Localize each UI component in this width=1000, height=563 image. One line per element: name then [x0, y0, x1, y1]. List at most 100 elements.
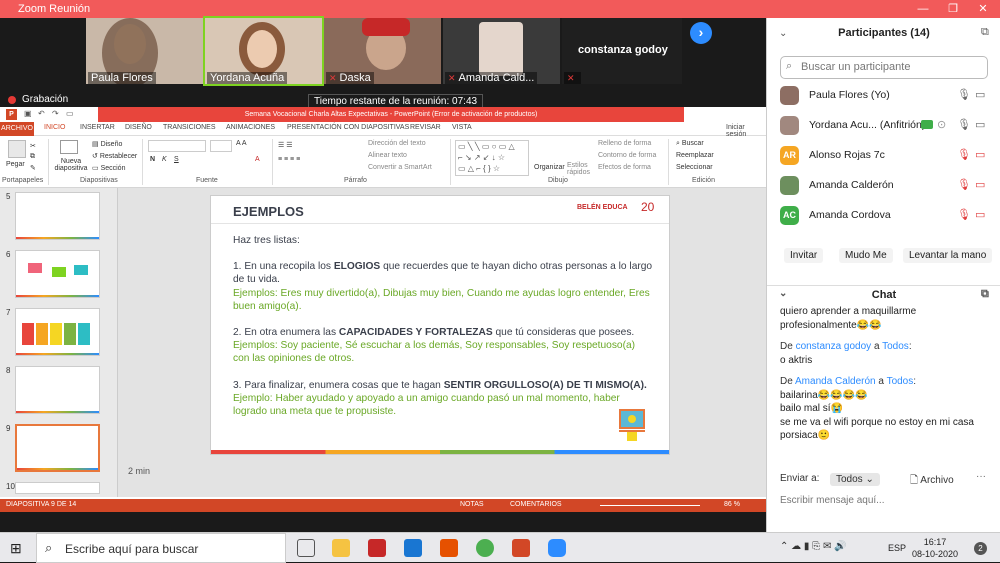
- replace-button[interactable]: Reemplazar: [676, 152, 714, 159]
- align-text-button[interactable]: Alinear texto: [368, 152, 407, 159]
- office-icon[interactable]: [440, 539, 458, 557]
- more-icon[interactable]: ···: [976, 471, 986, 482]
- video-off-icon[interactable]: ▭: [975, 208, 985, 221]
- video-tile[interactable]: ✕ Daska: [324, 18, 441, 84]
- video-off-icon[interactable]: ▭: [975, 178, 985, 191]
- undo-icon[interactable]: ↶: [38, 109, 45, 118]
- slide-thumbnail-selected[interactable]: [15, 424, 100, 472]
- tab-revisar[interactable]: REVISAR: [410, 124, 441, 131]
- windows-start-icon[interactable]: ⊞: [10, 540, 22, 557]
- speaker-notes[interactable]: 2 min: [128, 466, 150, 476]
- collapse-chevron-icon[interactable]: ⌄: [779, 288, 787, 299]
- tab-animaciones[interactable]: ANIMACIONES: [226, 124, 275, 131]
- section-button[interactable]: ▭ Sección: [92, 164, 125, 172]
- language-indicator[interactable]: ESP: [888, 543, 906, 553]
- tab-archivo[interactable]: ARCHIVO: [0, 122, 34, 136]
- powerpoint-taskbar-icon[interactable]: [512, 539, 530, 557]
- chrome-icon[interactable]: [476, 539, 494, 557]
- next-page-icon[interactable]: ›: [690, 22, 712, 44]
- video-tile[interactable]: Paula Flores: [86, 18, 203, 84]
- send-to-select[interactable]: Todos ⌄: [830, 473, 880, 486]
- mic-icon[interactable]: 🎙: [957, 88, 971, 101]
- participant-row[interactable]: Paula Flores (Yo) 🎙 ▭: [767, 81, 1000, 111]
- taskbar-clock[interactable]: 16:17 08-10-2020: [912, 536, 958, 560]
- underline-icon[interactable]: S: [174, 156, 179, 163]
- video-tile[interactable]: ✕ Amanda Cald...: [443, 18, 560, 84]
- invite-button[interactable]: Invitar: [784, 248, 824, 263]
- start-slideshow-icon[interactable]: ▭: [66, 109, 74, 118]
- cut-icon[interactable]: ✂: [30, 142, 36, 150]
- tab-inicio[interactable]: INICIO: [44, 124, 65, 131]
- video-tile-active[interactable]: Yordana Acuña: [203, 16, 324, 86]
- file-explorer-icon[interactable]: [332, 539, 350, 557]
- italic-icon[interactable]: K: [162, 156, 167, 163]
- raise-hand-button[interactable]: Levantar la mano: [903, 248, 993, 263]
- paste-button[interactable]: Pegar: [6, 161, 25, 168]
- shape-effects-button[interactable]: Efectos de forma: [598, 164, 651, 171]
- mic-muted-icon[interactable]: 🎙: [957, 178, 971, 191]
- zoom-slider[interactable]: [600, 505, 700, 506]
- slide-thumbnail[interactable]: [15, 308, 100, 356]
- copy-icon[interactable]: ⧉: [30, 153, 35, 161]
- file-button[interactable]: 🗋 Archivo: [910, 473, 954, 490]
- tab-vista[interactable]: VISTA: [452, 124, 472, 131]
- comments-button[interactable]: COMENTARIOS: [510, 501, 562, 508]
- popout-icon[interactable]: ⧉: [981, 288, 989, 301]
- participant-search-input[interactable]: ⌕ Buscar un participante: [780, 56, 988, 79]
- align-icon[interactable]: ≡ ≡ ≡ ≡: [278, 156, 300, 163]
- participant-row[interactable]: AC Amanda Cordova 🎙 ▭: [767, 201, 1000, 231]
- text-direction-button[interactable]: Dirección del texto: [368, 140, 426, 147]
- find-button[interactable]: ⌕ Buscar: [676, 140, 704, 148]
- layout-button[interactable]: ▤ Diseño: [92, 140, 122, 148]
- participant-row[interactable]: Amanda Calderón 🎙 ▭: [767, 171, 1000, 201]
- grow-font-icon[interactable]: A A: [236, 140, 247, 147]
- arrange-button[interactable]: Organizar: [534, 164, 565, 171]
- mcafee-icon[interactable]: [368, 539, 386, 557]
- participant-row[interactable]: AR Alonso Rojas 7c 🎙 ▭: [767, 141, 1000, 171]
- slide-thumbnail[interactable]: [15, 250, 100, 298]
- shape-fill-button[interactable]: Relleno de forma: [598, 140, 651, 147]
- tab-diseno[interactable]: DISEÑO: [125, 124, 152, 131]
- task-view-icon[interactable]: [297, 539, 315, 557]
- select-button[interactable]: Seleccionar: [676, 164, 713, 171]
- redo-icon[interactable]: ↷: [52, 109, 59, 118]
- tab-insertar[interactable]: INSERTAR: [80, 124, 115, 131]
- new-slide-button[interactable]: Nueva diapositiva: [54, 158, 88, 172]
- smartart-button[interactable]: Convertir a SmartArt: [368, 164, 432, 171]
- save-icon[interactable]: ▣: [24, 109, 32, 118]
- bullets-icon[interactable]: ☰ ☰: [278, 141, 293, 149]
- participant-row[interactable]: Yordana Acu... (Anfitrión) ⊙ 🎙 ▭: [767, 111, 1000, 141]
- tab-presentacion[interactable]: PRESENTACIÓN CON DIAPOSITIVAS: [287, 124, 409, 131]
- font-name-select[interactable]: [148, 140, 206, 152]
- close-icon[interactable]: ✕: [968, 0, 998, 18]
- mail-icon[interactable]: [404, 539, 422, 557]
- mic-muted-icon[interactable]: 🎙: [957, 208, 971, 221]
- reset-button[interactable]: ↺ Restablecer: [92, 152, 137, 160]
- zoom-taskbar-icon[interactable]: [548, 539, 566, 557]
- taskbar-search-input[interactable]: ⌕ Escribe aquí para buscar: [36, 533, 286, 563]
- bold-icon[interactable]: N: [150, 156, 155, 163]
- mic-muted-icon[interactable]: 🎙: [957, 148, 971, 161]
- minimize-icon[interactable]: —: [908, 0, 938, 18]
- quick-styles-button[interactable]: Estilos rápidos: [567, 162, 591, 176]
- font-size-select[interactable]: [210, 140, 232, 152]
- video-icon[interactable]: ▭: [975, 88, 985, 101]
- format-painter-icon[interactable]: ✎: [30, 164, 36, 172]
- video-tile[interactable]: constanza godoy ✕: [562, 18, 682, 84]
- notification-badge[interactable]: 2: [974, 542, 987, 555]
- tab-transiciones[interactable]: TRANSICIONES: [163, 124, 216, 131]
- notes-button[interactable]: NOTAS: [460, 501, 484, 508]
- video-off-icon[interactable]: ▭: [975, 148, 985, 161]
- slide-thumbnail[interactable]: [15, 482, 100, 494]
- mute-me-button[interactable]: Mudo Me: [839, 248, 893, 263]
- maximize-icon[interactable]: ❐: [938, 0, 968, 18]
- shape-outline-button[interactable]: Contorno de forma: [598, 152, 656, 159]
- font-color-icon[interactable]: A: [255, 156, 260, 163]
- video-icon[interactable]: ▭: [975, 118, 985, 131]
- popout-icon[interactable]: ⧉: [981, 26, 989, 39]
- slide-thumbnail[interactable]: [15, 366, 100, 414]
- chat-input[interactable]: Escribir mensaje aquí...: [780, 495, 885, 506]
- shapes-gallery[interactable]: ▭ ╲ ╲ ▭ ○ ▭ △ ⌐ ↘ ↗ ↙ ↓ ☆ ▭ △ ⌐ { } ☆: [455, 140, 529, 176]
- slide-thumbnail[interactable]: [15, 192, 100, 240]
- system-tray-icons[interactable]: ⌃ ☁ ▮ ⎘ ✉ 🔊: [780, 541, 847, 552]
